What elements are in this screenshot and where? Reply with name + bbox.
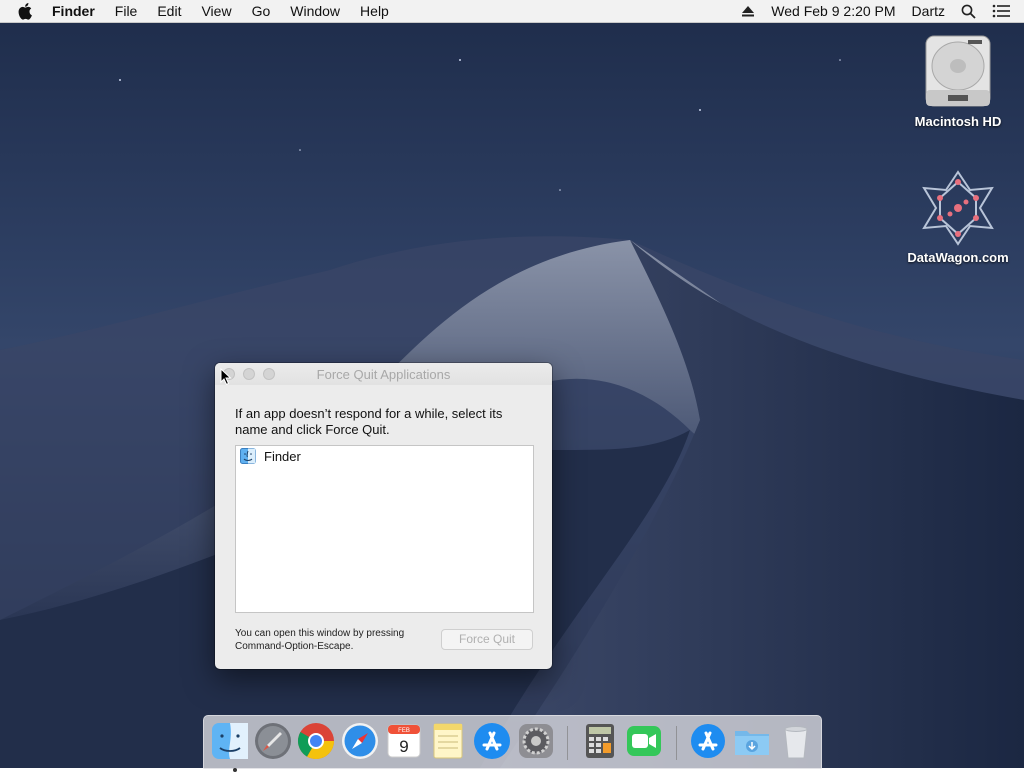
dock-downloads-folder[interactable] bbox=[732, 721, 772, 761]
menu-help[interactable]: Help bbox=[350, 3, 399, 19]
dock-chrome[interactable] bbox=[296, 721, 336, 761]
datawagon-icon bbox=[918, 168, 998, 248]
safari-compass-icon bbox=[342, 723, 378, 759]
dock-trash[interactable] bbox=[776, 721, 816, 761]
desktop-icon-datawagon[interactable]: DataWagon.com bbox=[903, 168, 1013, 265]
dock-separator bbox=[567, 726, 568, 760]
dock-facetime[interactable] bbox=[624, 721, 664, 761]
spotlight-search-icon[interactable] bbox=[953, 4, 984, 19]
apple-menu-icon[interactable] bbox=[18, 2, 36, 20]
gear-icon bbox=[519, 724, 553, 758]
chrome-icon bbox=[297, 723, 334, 760]
dock-app-store[interactable] bbox=[472, 721, 512, 761]
hard-drive-icon bbox=[918, 32, 998, 112]
menu-bar: Finder File Edit View Go Window Help Wed… bbox=[0, 0, 1024, 23]
desktop-icon-macintosh-hd[interactable]: Macintosh HD bbox=[903, 32, 1013, 129]
calendar-icon: FEB 9 bbox=[387, 724, 421, 758]
dock-calendar[interactable]: FEB 9 bbox=[384, 721, 424, 761]
dock: FEB 9 bbox=[203, 715, 822, 772]
facetime-camera-icon bbox=[627, 726, 661, 756]
calendar-day: 9 bbox=[399, 737, 408, 756]
finder-icon bbox=[240, 448, 256, 464]
menubar-clock[interactable]: Wed Feb 9 2:20 PM bbox=[763, 3, 903, 19]
launchpad-rocket-icon bbox=[255, 723, 291, 759]
dock-launchpad[interactable] bbox=[253, 721, 293, 761]
calculator-icon bbox=[586, 724, 614, 758]
window-titlebar[interactable]: Force Quit Applications bbox=[215, 363, 552, 385]
menu-edit[interactable]: Edit bbox=[147, 3, 191, 19]
force-quit-button[interactable]: Force Quit bbox=[441, 629, 533, 650]
running-indicator bbox=[233, 768, 237, 772]
window-title: Force Quit Applications bbox=[316, 367, 451, 382]
instructions-text: If an app doesn’t respond for a while, s… bbox=[235, 406, 503, 437]
list-item-finder[interactable]: Finder bbox=[236, 446, 533, 466]
menu-window[interactable]: Window bbox=[280, 3, 350, 19]
dock-safari[interactable] bbox=[340, 721, 380, 761]
desktop-icon-label: Macintosh HD bbox=[914, 114, 1002, 129]
dock-finder[interactable] bbox=[210, 721, 250, 772]
mouse-cursor-icon bbox=[220, 368, 232, 386]
dock-app-store-stack[interactable] bbox=[688, 721, 728, 761]
menu-file[interactable]: File bbox=[105, 3, 148, 19]
menu-view[interactable]: View bbox=[191, 3, 241, 19]
menu-finder[interactable]: Finder bbox=[52, 3, 105, 19]
dock-calculator[interactable] bbox=[580, 721, 620, 761]
menubar-user[interactable]: Dartz bbox=[904, 3, 953, 19]
dock-system-preferences[interactable] bbox=[516, 721, 556, 761]
shortcut-hint: You can open this window by pressing Com… bbox=[235, 628, 405, 652]
menu-go[interactable]: Go bbox=[242, 3, 281, 19]
application-list[interactable]: Finder bbox=[235, 445, 534, 613]
force-quit-window: Force Quit Applications If an app doesn’… bbox=[215, 363, 552, 669]
trash-icon bbox=[784, 726, 808, 759]
eject-icon[interactable] bbox=[733, 5, 763, 17]
dock-notes[interactable] bbox=[428, 721, 468, 761]
calendar-month: FEB bbox=[398, 728, 410, 734]
app-store-icon bbox=[691, 724, 725, 758]
notification-center-icon[interactable] bbox=[984, 4, 1024, 18]
desktop-icon-label: DataWagon.com bbox=[907, 250, 1009, 265]
downloads-folder-icon bbox=[735, 731, 769, 755]
dock-separator bbox=[676, 726, 677, 760]
finder-icon bbox=[212, 723, 248, 759]
notes-icon bbox=[433, 723, 463, 759]
app-store-icon bbox=[474, 723, 510, 759]
app-name: Finder bbox=[264, 448, 301, 464]
